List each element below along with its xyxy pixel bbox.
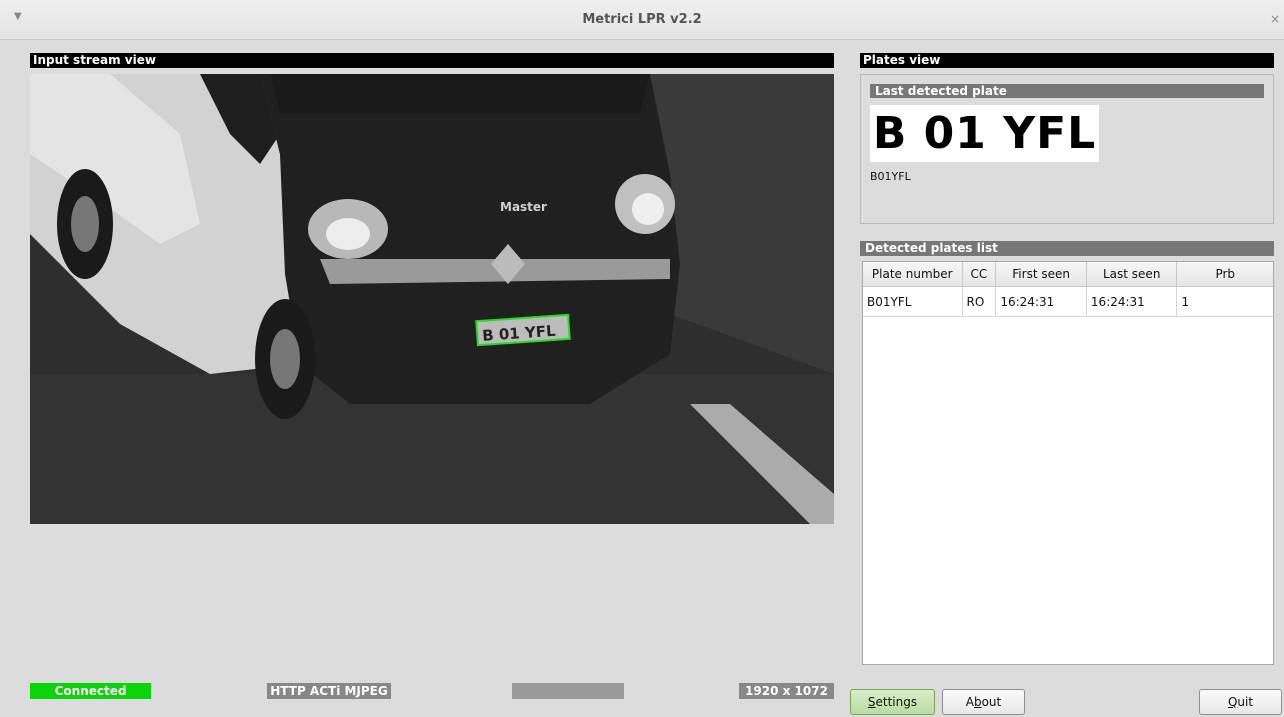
table-row[interactable]: B01YFL RO 16:24:31 16:24:31 1 bbox=[863, 287, 1273, 317]
input-stream-header: Input stream view bbox=[30, 53, 834, 68]
table-header: Plate number CC First seen Last seen Prb bbox=[863, 262, 1273, 287]
stream-address-label bbox=[512, 683, 624, 699]
column-header-plate-number[interactable]: Plate number bbox=[863, 262, 963, 286]
column-header-first-seen[interactable]: First seen bbox=[996, 262, 1087, 286]
about-button[interactable]: About bbox=[942, 689, 1025, 715]
resolution-label: 1920 x 1072 bbox=[739, 683, 834, 699]
stream-type-label: HTTP ACTi MJPEG bbox=[267, 683, 391, 699]
cell-prb: 1 bbox=[1181, 295, 1190, 309]
window-title: Metrici LPR v2.2 bbox=[582, 12, 702, 27]
plates-table[interactable]: Plate number CC First seen Last seen Prb… bbox=[862, 261, 1274, 665]
cell-cc: RO bbox=[963, 287, 997, 316]
close-icon[interactable]: × bbox=[1270, 12, 1280, 26]
column-header-last-seen[interactable]: Last seen bbox=[1087, 262, 1178, 286]
last-plate-image-text: B 01 YFL bbox=[872, 108, 1097, 159]
last-detected-header: Last detected plate bbox=[870, 84, 1264, 98]
title-bar: ▼ Metrici LPR v2.2 × bbox=[0, 0, 1284, 40]
quit-button[interactable]: Quit bbox=[1199, 689, 1282, 715]
cell-last-seen: 16:24:31 bbox=[1087, 287, 1178, 316]
column-header-cc[interactable]: CC bbox=[963, 262, 997, 286]
column-header-prb[interactable]: Prb bbox=[1177, 262, 1273, 286]
settings-button[interactable]: Settings bbox=[850, 689, 935, 715]
last-plate-image: B 01 YFL bbox=[870, 105, 1099, 162]
video-frame: Master B 01 YFL bbox=[30, 74, 834, 524]
last-plate-text: B01YFL bbox=[870, 170, 911, 183]
detected-plates-header: Detected plates list bbox=[860, 241, 1274, 256]
cell-plate-number: B01YFL bbox=[863, 287, 963, 316]
video-image: Master B 01 YFL bbox=[30, 74, 834, 524]
cell-first-seen: 16:24:31 bbox=[996, 287, 1087, 316]
vehicle-badge: Master bbox=[500, 200, 547, 214]
plates-view-header: Plates view bbox=[860, 53, 1274, 68]
connected-status: Connected bbox=[30, 683, 151, 699]
